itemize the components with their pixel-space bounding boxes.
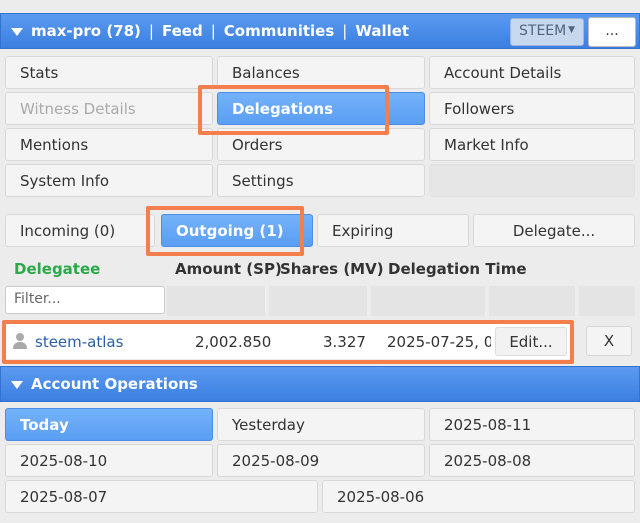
tab-incoming[interactable]: Incoming (0) bbox=[5, 214, 155, 247]
day-button[interactable]: 2025-08-06 bbox=[322, 480, 635, 513]
tab-expiring[interactable]: Expiring bbox=[317, 214, 469, 247]
tab-settings[interactable]: Settings bbox=[217, 164, 425, 197]
tab-mentions[interactable]: Mentions bbox=[5, 128, 213, 161]
delegation-shares: 3.327 bbox=[323, 333, 366, 351]
day-button[interactable]: 2025-08-07 bbox=[5, 480, 318, 513]
filter-input[interactable]: Filter... bbox=[5, 286, 165, 314]
column-header-amount[interactable]: Amount (SP) bbox=[175, 260, 282, 280]
tab-empty-slot bbox=[429, 164, 635, 197]
filter-cell bbox=[269, 286, 369, 316]
remove-delegation-button[interactable]: X bbox=[586, 326, 632, 356]
filter-cell bbox=[489, 286, 577, 316]
edit-delegation-button[interactable]: Edit... bbox=[495, 327, 567, 356]
more-button[interactable]: ... bbox=[588, 17, 636, 47]
day-button[interactable]: 2025-08-10 bbox=[5, 444, 213, 477]
day-today[interactable]: Today bbox=[5, 408, 213, 441]
tab-stats[interactable]: Stats bbox=[5, 56, 213, 89]
tab-delegations[interactable]: Delegations bbox=[217, 92, 425, 125]
delegation-time: 2025-07-25, 06: bbox=[387, 333, 491, 351]
nav-link-wallet[interactable]: Wallet bbox=[355, 22, 409, 40]
collapse-triangle-icon[interactable] bbox=[11, 381, 23, 389]
tab-account-details[interactable]: Account Details bbox=[429, 56, 635, 89]
delegation-amount: 2,002.850 bbox=[195, 333, 272, 351]
day-button[interactable]: 2025-08-11 bbox=[429, 408, 635, 441]
account-link[interactable]: max-pro (78) bbox=[31, 22, 141, 40]
nav-separator: | bbox=[342, 22, 348, 40]
delegatee-link[interactable]: steem-atlas bbox=[35, 333, 123, 351]
nav-separator: | bbox=[210, 22, 216, 40]
day-button[interactable]: 2025-08-09 bbox=[217, 444, 425, 477]
tab-outgoing[interactable]: Outgoing (1) bbox=[161, 214, 313, 247]
table-row: steem-atlas 2,002.850 3.327 2025-07-25, … bbox=[5, 324, 570, 359]
top-nav: max-pro (78) | Feed | Communities | Wallet bbox=[31, 22, 417, 40]
account-operations-bar[interactable]: Account Operations bbox=[0, 366, 640, 402]
tab-witness-details: Witness Details bbox=[5, 92, 213, 125]
day-button[interactable]: 2025-08-08 bbox=[429, 444, 635, 477]
day-yesterday[interactable]: Yesterday bbox=[217, 408, 425, 441]
tab-balances[interactable]: Balances bbox=[217, 56, 425, 89]
user-icon bbox=[13, 333, 27, 349]
filter-cell bbox=[371, 286, 487, 316]
column-header-delegatee[interactable]: Delegatee bbox=[14, 260, 100, 280]
currency-select[interactable]: STEEM ▼ bbox=[510, 18, 584, 46]
nav-link-communities[interactable]: Communities bbox=[224, 22, 335, 40]
column-header-shares[interactable]: Shares (MV) bbox=[280, 260, 384, 280]
collapse-triangle-icon[interactable] bbox=[11, 28, 23, 36]
delegate-button[interactable]: Delegate... bbox=[473, 214, 635, 247]
tab-system-info[interactable]: System Info bbox=[5, 164, 213, 197]
filter-cell bbox=[579, 286, 635, 316]
account-operations-title: Account Operations bbox=[31, 375, 198, 393]
filter-cell bbox=[167, 286, 267, 316]
tab-market-info[interactable]: Market Info bbox=[429, 128, 635, 161]
nav-separator: | bbox=[148, 22, 154, 40]
nav-link-feed[interactable]: Feed bbox=[162, 22, 203, 40]
tab-followers[interactable]: Followers bbox=[429, 92, 635, 125]
caret-down-icon: ▼ bbox=[568, 25, 575, 35]
column-header-delegation-time[interactable]: Delegation Time bbox=[388, 260, 527, 280]
currency-select-value: STEEM bbox=[519, 23, 567, 39]
tab-orders[interactable]: Orders bbox=[217, 128, 425, 161]
